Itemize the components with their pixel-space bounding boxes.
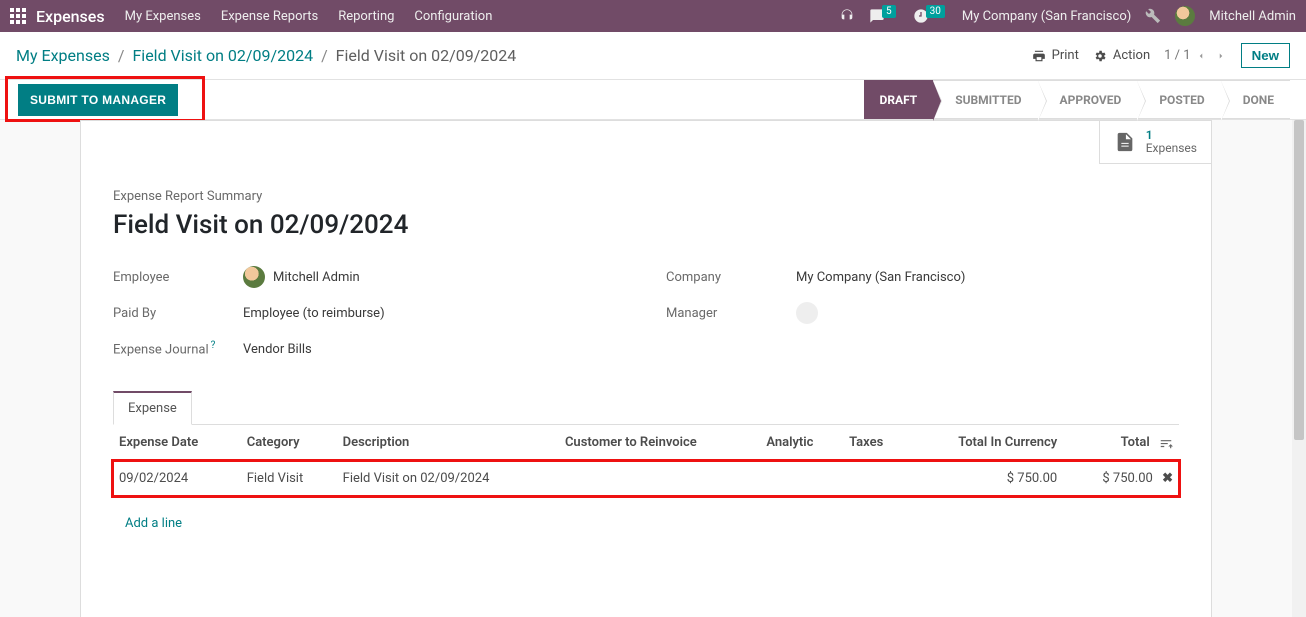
user-name[interactable]: Mitchell Admin — [1209, 9, 1296, 24]
print-button[interactable]: Print — [1032, 48, 1079, 63]
scrollbar-thumb[interactable] — [1294, 120, 1304, 440]
control-bar: My Expenses / Field Visit on 02/09/2024 … — [0, 32, 1306, 80]
delete-row-icon[interactable]: ✖ — [1156, 471, 1173, 486]
tab-expense[interactable]: Expense — [113, 391, 192, 425]
user-avatar[interactable] — [1175, 6, 1195, 26]
form-scroll[interactable]: 1 Expenses Expense Report Summary Field … — [0, 120, 1292, 617]
form-sheet: 1 Expenses Expense Report Summary Field … — [80, 120, 1212, 617]
top-nav: Expenses My Expenses Expense Reports Rep… — [0, 0, 1306, 32]
status-posted[interactable]: POSTED — [1137, 80, 1220, 119]
activities-icon[interactable]: 30 — [913, 8, 948, 24]
cell-date[interactable]: 09/02/2024 — [113, 461, 241, 497]
menu-reporting[interactable]: Reporting — [338, 9, 394, 24]
debug-icon[interactable] — [1145, 8, 1161, 24]
messaging-badge: 5 — [882, 5, 896, 18]
chevron-left-icon — [1196, 51, 1206, 61]
breadcrumb-current: Field Visit on 02/09/2024 — [336, 46, 517, 65]
status-bar: DRAFT SUBMITTED APPROVED POSTED DONE — [864, 80, 1290, 119]
breadcrumb-parent[interactable]: Field Visit on 02/09/2024 — [132, 46, 313, 65]
action-button[interactable]: Action — [1093, 48, 1150, 63]
table-row[interactable]: 09/02/2024 Field Visit Field Visit on 02… — [113, 461, 1179, 497]
activities-badge: 30 — [926, 5, 945, 18]
record-title[interactable]: Field Visit on 02/09/2024 — [113, 210, 1179, 240]
support-icon[interactable] — [839, 8, 855, 24]
company-field[interactable]: My Company (San Francisco) — [796, 270, 965, 285]
col-total-currency[interactable]: Total In Currency — [908, 425, 1063, 461]
messaging-icon[interactable]: 5 — [869, 8, 899, 24]
breadcrumb-root[interactable]: My Expenses — [16, 46, 110, 65]
help-icon[interactable]: ? — [211, 340, 216, 351]
pager[interactable]: 1 / 1 — [1164, 48, 1190, 63]
expense-lines-table: Expense Date Category Description Custom… — [113, 425, 1179, 581]
columns-options-icon[interactable] — [1159, 436, 1173, 450]
apps-icon[interactable] — [10, 8, 26, 24]
col-category[interactable]: Category — [241, 425, 337, 461]
employee-label: Employee — [113, 270, 243, 285]
manager-label: Manager — [666, 306, 796, 321]
col-analytic[interactable]: Analytic — [760, 425, 843, 461]
employee-field[interactable]: Mitchell Admin — [243, 266, 360, 288]
col-date[interactable]: Expense Date — [113, 425, 241, 461]
company-selector[interactable]: My Company (San Francisco) — [962, 9, 1131, 24]
col-customer[interactable]: Customer to Reinvoice — [559, 425, 760, 461]
cell-customer[interactable] — [559, 461, 760, 497]
company-label: Company — [666, 270, 796, 285]
col-taxes[interactable]: Taxes — [843, 425, 908, 461]
document-icon — [1114, 131, 1136, 153]
menu-expense-reports[interactable]: Expense Reports — [221, 9, 318, 24]
pager-prev[interactable] — [1191, 46, 1211, 66]
stat-label: Expenses — [1146, 142, 1197, 155]
journal-label: Expense Journal? — [113, 340, 243, 357]
manager-avatar-icon — [796, 302, 818, 324]
paid-by-field[interactable]: Employee (to reimburse) — [243, 306, 385, 321]
cell-category[interactable]: Field Visit — [241, 461, 337, 497]
new-button[interactable]: New — [1241, 43, 1290, 68]
submit-to-manager-button[interactable]: SUBMIT TO MANAGER — [18, 84, 178, 116]
status-approved[interactable]: APPROVED — [1038, 80, 1138, 119]
cell-description[interactable]: Field Visit on 02/09/2024 — [337, 461, 559, 497]
add-line-button[interactable]: Add a line — [119, 506, 188, 541]
status-row: SUBMIT TO MANAGER DRAFT SUBMITTED APPROV… — [0, 80, 1306, 120]
journal-field[interactable]: Vendor Bills — [243, 342, 312, 357]
scrollbar[interactable] — [1292, 120, 1306, 617]
employee-avatar-icon — [243, 266, 265, 288]
summary-subtitle: Expense Report Summary — [113, 189, 1179, 204]
col-total[interactable]: Total — [1063, 425, 1179, 461]
tabs: Expense — [113, 390, 1179, 425]
print-icon — [1032, 49, 1046, 63]
cell-taxes[interactable] — [843, 461, 908, 497]
cell-analytic[interactable] — [760, 461, 843, 497]
col-description[interactable]: Description — [337, 425, 559, 461]
status-draft[interactable]: DRAFT — [864, 80, 934, 119]
expenses-stat-button[interactable]: 1 Expenses — [1099, 120, 1212, 164]
status-submitted[interactable]: SUBMITTED — [933, 80, 1037, 119]
menu-my-expenses[interactable]: My Expenses — [125, 9, 201, 24]
pager-next[interactable] — [1211, 46, 1231, 66]
menu-configuration[interactable]: Configuration — [414, 9, 492, 24]
gear-icon — [1093, 49, 1107, 63]
manager-field[interactable] — [796, 302, 826, 324]
app-brand[interactable]: Expenses — [36, 7, 105, 26]
paid-by-label: Paid By — [113, 306, 243, 321]
cell-total-currency[interactable]: $ 750.00 — [908, 461, 1063, 497]
cell-total[interactable]: $ 750.00 ✖ — [1063, 461, 1179, 497]
chevron-right-icon — [1216, 51, 1226, 61]
status-done[interactable]: DONE — [1221, 80, 1290, 119]
breadcrumb: My Expenses / Field Visit on 02/09/2024 … — [16, 46, 516, 65]
